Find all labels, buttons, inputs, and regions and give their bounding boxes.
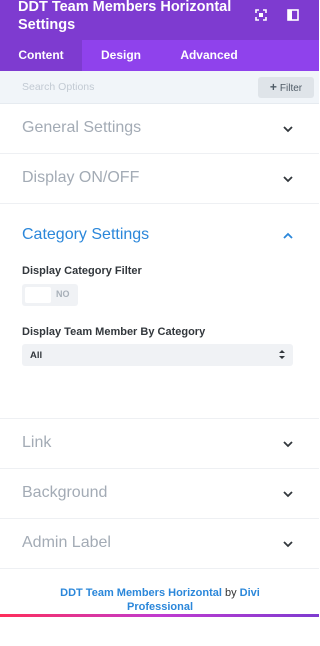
- section-title: Display ON/OFF: [22, 169, 140, 186]
- chevron-down-icon: [283, 176, 293, 183]
- category-filter-label: Display Category Filter: [22, 265, 142, 277]
- section-title: Link: [22, 434, 52, 451]
- section-admin-label[interactable]: Admin Label: [0, 519, 319, 569]
- search-bar: Search Options + Filter: [0, 71, 319, 104]
- category-select[interactable]: All: [22, 344, 293, 366]
- sidebar-view-icon[interactable]: [286, 8, 300, 22]
- expand-icon[interactable]: [254, 8, 268, 22]
- section-category-settings: Category Settings Display Category Filte…: [0, 204, 319, 419]
- modal-title: DDT Team Members Horizontal Settings: [18, 0, 232, 33]
- section-background[interactable]: Background: [0, 469, 319, 519]
- toggle-knob: [25, 287, 51, 303]
- category-filter-toggle[interactable]: NO: [22, 284, 78, 306]
- chevron-down-icon: [283, 491, 293, 498]
- modal-header: DDT Team Members Horizontal Settings: [0, 0, 319, 40]
- chevron-down-icon: [283, 126, 293, 133]
- module-footer: DDT Team Members Horizontal by Divi Prof…: [0, 569, 319, 646]
- section-title: Admin Label: [22, 534, 111, 551]
- section-title: General Settings: [22, 119, 142, 136]
- plus-icon: +: [269, 80, 277, 94]
- section-display-on-off[interactable]: Display ON/OFF: [0, 154, 319, 204]
- section-title: Background: [22, 484, 108, 501]
- tab-content[interactable]: Content: [0, 40, 82, 71]
- footer-text: DDT Team Members Horizontal by Divi Prof…: [40, 586, 280, 614]
- section-header[interactable]: Category Settings: [0, 204, 319, 264]
- section-link[interactable]: Link: [0, 419, 319, 469]
- filter-button[interactable]: + Filter: [258, 77, 314, 98]
- module-link[interactable]: DDT Team Members Horizontal: [60, 587, 222, 599]
- tab-bar: Content Design Advanced: [0, 40, 319, 71]
- footer-by: by: [224, 587, 237, 599]
- tab-design[interactable]: Design: [82, 40, 160, 71]
- chevron-up-icon: [283, 232, 293, 239]
- chevron-down-icon: [283, 541, 293, 548]
- section-title: Category Settings: [22, 226, 150, 243]
- by-category-label: Display Team Member By Category: [22, 326, 206, 338]
- select-value: All: [30, 350, 43, 361]
- filter-label: Filter: [279, 83, 303, 94]
- toggle-state: NO: [56, 289, 70, 299]
- chevron-down-icon: [283, 441, 293, 448]
- section-general-settings[interactable]: General Settings: [0, 104, 319, 154]
- search-input[interactable]: Search Options: [22, 81, 94, 93]
- tab-advanced[interactable]: Advanced: [160, 40, 258, 71]
- select-arrows-icon: [279, 350, 285, 359]
